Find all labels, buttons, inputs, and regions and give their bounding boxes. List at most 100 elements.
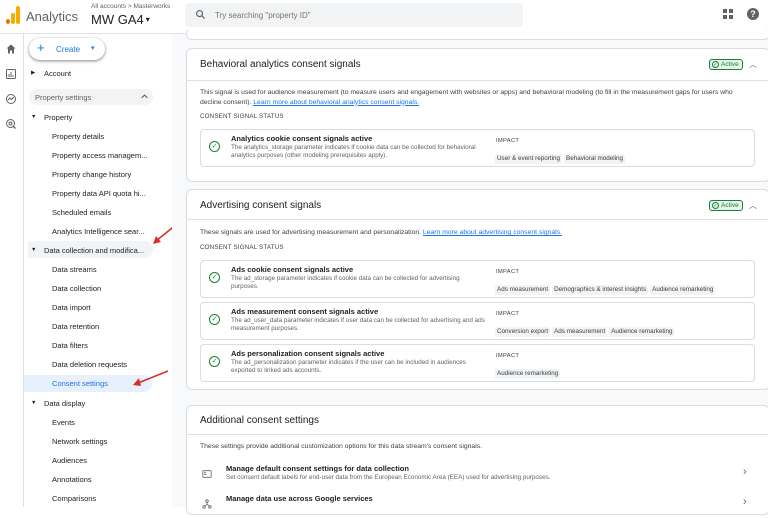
reports-icon[interactable] xyxy=(5,68,17,80)
sidebar-item-annotations[interactable]: Annotations xyxy=(52,475,92,484)
explore-icon[interactable] xyxy=(5,93,17,105)
section-label: Property settings xyxy=(35,93,92,102)
sidebar-item-data-import[interactable]: Data import xyxy=(52,303,91,312)
signal-status-label: CONSENT SIGNAL STATUS xyxy=(200,244,284,251)
sidebar-item-data-collection-sub[interactable]: Data collection xyxy=(52,284,101,293)
impact-chip: Ads measurement xyxy=(495,284,551,295)
sharing-icon xyxy=(202,499,212,509)
learn-more-link[interactable]: Learn more about behavioral analytics co… xyxy=(253,99,419,106)
settings-panel-icon xyxy=(202,470,212,478)
sidebar-item-property-details[interactable]: Property details xyxy=(52,132,104,141)
impact-chip: Behavioral modeling xyxy=(564,153,626,164)
property-selector[interactable]: MW GA4 ▾ xyxy=(91,12,150,27)
check-circle-icon: ✓ xyxy=(209,356,220,367)
consent-signal-row: ✓ Ads cookie consent signals active The … xyxy=(200,260,755,298)
signal-title: Ads cookie consent signals active xyxy=(231,265,354,274)
advertising-icon[interactable] xyxy=(5,118,17,130)
active-badge: ✓ Active xyxy=(709,200,743,211)
sidebar-item-network-settings[interactable]: Network settings xyxy=(52,437,107,446)
chevron-up-icon[interactable]: ︿ xyxy=(749,59,757,70)
sidebar-item-api-quota[interactable]: Property data API quota hi... xyxy=(52,189,146,198)
description-text: These signals are used for advertising m… xyxy=(200,229,422,236)
behavioral-consent-card: Behavioral analytics consent signals ✓ Ac… xyxy=(186,48,768,182)
impact-chip: Demographics & interest insights xyxy=(552,284,649,295)
sidebar-item-property-change-history[interactable]: Property change history xyxy=(52,170,131,179)
impact-chip: Conversion export xyxy=(495,326,551,337)
advertising-consent-card: Advertising consent signals ✓ Active ︿ Th… xyxy=(186,189,768,390)
app-name: Analytics xyxy=(26,9,79,24)
badge-label: Active xyxy=(721,61,739,68)
row-description: Set consent default labels for end-user … xyxy=(226,474,551,481)
additional-consent-card: Additional consent settings These settin… xyxy=(186,405,768,515)
learn-more-link[interactable]: Learn more about advertising consent sig… xyxy=(423,229,562,236)
property-name: MW GA4 xyxy=(91,12,144,27)
chevron-up-icon[interactable]: ︿ xyxy=(749,200,757,211)
breadcrumb[interactable]: All accounts > Masterworks xyxy=(91,3,170,10)
signal-description: The ad_storage parameter indicates if co… xyxy=(231,275,460,290)
manage-default-consent-row[interactable]: Manage default consent settings for data… xyxy=(200,464,760,488)
sidebar-item-consent-settings[interactable]: Consent settings xyxy=(52,379,108,388)
divider xyxy=(187,434,768,435)
impact-chips: Ads measurement Demographics & interest i… xyxy=(495,278,717,296)
search-input[interactable] xyxy=(215,7,505,23)
sidebar-item-data-collection[interactable]: Data collection and modifica... xyxy=(44,246,144,255)
help-icon[interactable]: ? xyxy=(747,8,759,20)
card-title: Additional consent settings xyxy=(200,415,319,426)
left-icon-rail xyxy=(0,34,24,507)
signal-status-label: CONSENT SIGNAL STATUS xyxy=(200,113,284,120)
home-icon[interactable] xyxy=(5,43,17,55)
active-badge: ✓ Active xyxy=(709,59,743,70)
impact-label: IMPACT xyxy=(496,138,520,144)
apps-grid-icon[interactable] xyxy=(723,9,733,19)
impact-chip: Audience remarketing xyxy=(609,326,675,337)
chevron-down-icon: ▼ xyxy=(31,114,37,120)
previous-card-bottom xyxy=(186,28,768,40)
manage-data-use-row[interactable]: Manage data use across Google services › xyxy=(200,494,760,518)
analytics-logo[interactable] xyxy=(6,6,20,24)
signal-title: Ads personalization consent signals acti… xyxy=(231,349,385,358)
create-button[interactable]: + Create ▾ xyxy=(29,38,105,60)
sidebar-item-comparisons[interactable]: Comparisons xyxy=(52,494,96,503)
property-settings-section[interactable]: Property settings xyxy=(29,89,153,105)
chevron-up-icon xyxy=(141,94,148,99)
check-icon: ✓ xyxy=(712,202,719,209)
impact-label: IMPACT xyxy=(496,269,520,275)
admin-side-nav: + Create ▾ ▶ Account Property settings ▼… xyxy=(24,34,172,507)
impact-label: IMPACT xyxy=(496,353,520,359)
sidebar-item-data-display[interactable]: Data display xyxy=(44,399,85,408)
sidebar-item-data-retention[interactable]: Data retention xyxy=(52,322,99,331)
impact-chips: Audience remarketing xyxy=(495,362,562,380)
caret-down-icon: ▾ xyxy=(91,45,95,52)
card-description: These signals are used for advertising m… xyxy=(200,228,755,238)
main-content: Behavioral analytics consent signals ✓ Ac… xyxy=(172,28,768,515)
sidebar-item-account[interactable]: Account xyxy=(44,69,71,78)
sidebar-item-data-streams[interactable]: Data streams xyxy=(52,265,97,274)
chevron-down-icon: ▼ xyxy=(31,400,37,406)
sidebar-item-data-deletion[interactable]: Data deletion requests xyxy=(52,360,127,369)
row-title: Manage default consent settings for data… xyxy=(226,464,409,473)
signal-title: Ads measurement consent signals active xyxy=(231,307,379,316)
impact-chip: Ads measurement xyxy=(552,326,608,337)
signal-description: The ad_personalization parameter indicat… xyxy=(231,359,466,374)
create-label: Create xyxy=(56,45,81,54)
divider xyxy=(187,219,768,220)
sidebar-item-scheduled-emails[interactable]: Scheduled emails xyxy=(52,208,111,217)
sidebar-item-property-access[interactable]: Property access managem... xyxy=(52,151,147,160)
card-title: Advertising consent signals xyxy=(200,200,322,211)
card-description: This signal is used for audience measure… xyxy=(200,88,755,107)
badge-label: Active xyxy=(721,202,739,209)
sidebar-item-data-filters[interactable]: Data filters xyxy=(52,341,88,350)
check-icon: ✓ xyxy=(712,61,719,68)
annotation-arrow xyxy=(133,370,169,386)
divider xyxy=(187,80,768,81)
card-description: These settings provide additional custom… xyxy=(200,443,483,450)
search-bar[interactable] xyxy=(185,3,523,27)
sidebar-item-audiences[interactable]: Audiences xyxy=(52,456,87,465)
sidebar-item-analytics-intelligence[interactable]: Analytics Intelligence sear... xyxy=(52,227,145,236)
check-circle-icon: ✓ xyxy=(209,314,220,325)
sidebar-item-events[interactable]: Events xyxy=(52,418,75,427)
signal-description: The ad_user_data parameter indicates if … xyxy=(231,317,485,332)
signal-title: Analytics cookie consent signals active xyxy=(231,134,373,143)
impact-chips: User & event reporting Behavioral modelin… xyxy=(495,147,627,165)
sidebar-item-property[interactable]: Property xyxy=(44,113,72,122)
